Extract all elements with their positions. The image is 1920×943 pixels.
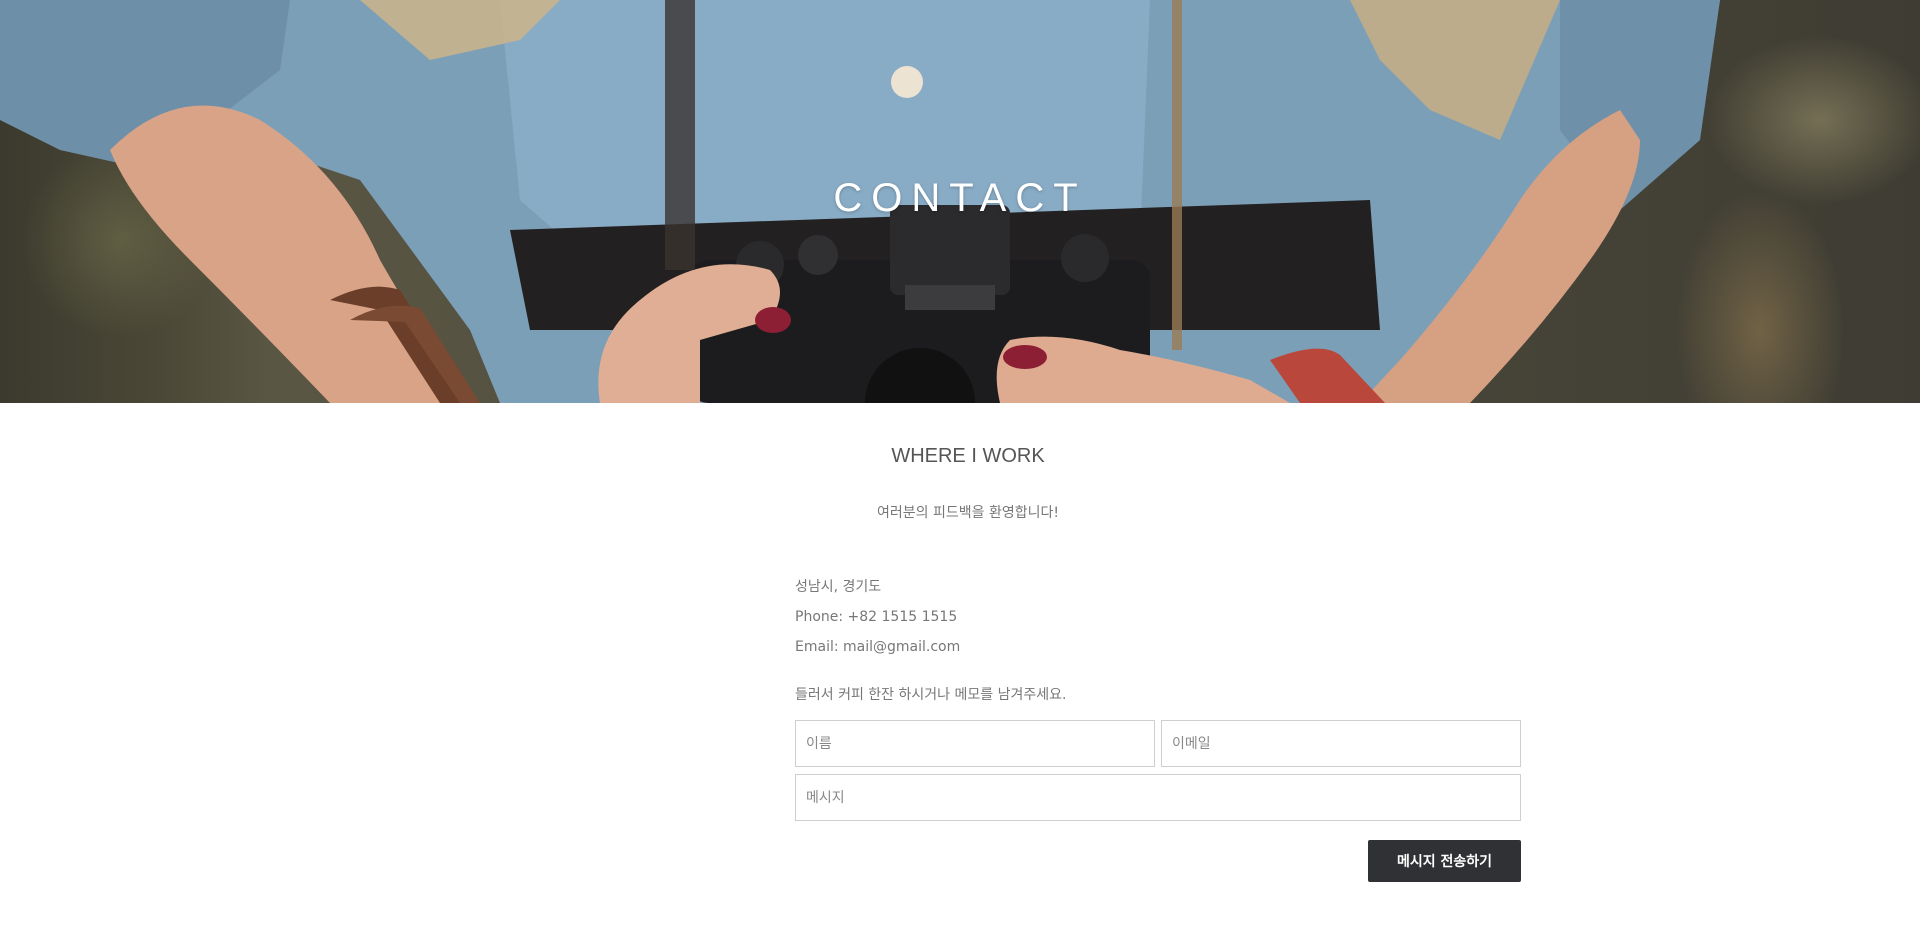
phone-text: Phone: +82 1515 1515 <box>795 609 958 625</box>
page-title: CONTACT <box>833 176 1087 220</box>
send-message-button[interactable]: 메시지 전송하기 <box>1368 840 1521 882</box>
email-input[interactable] <box>1161 720 1521 767</box>
address-text: 성남시, 경기도 <box>795 579 882 595</box>
section-title: WHERE I WORK <box>891 445 1045 467</box>
name-input[interactable] <box>795 720 1155 767</box>
form-intro: 들러서 커피 한잔 하시거나 메모를 남겨주세요. <box>795 687 1067 703</box>
section-subtitle: 여러분의 피드백을 환영합니다! <box>877 505 1059 521</box>
contact-info: 성남시, 경기도 Phone: +82 1515 1515 Email: mai… <box>795 572 960 662</box>
hero-banner: CONTACT <box>0 0 1920 403</box>
email-text: Email: mail@gmail.com <box>795 639 961 655</box>
message-input[interactable] <box>795 774 1521 821</box>
